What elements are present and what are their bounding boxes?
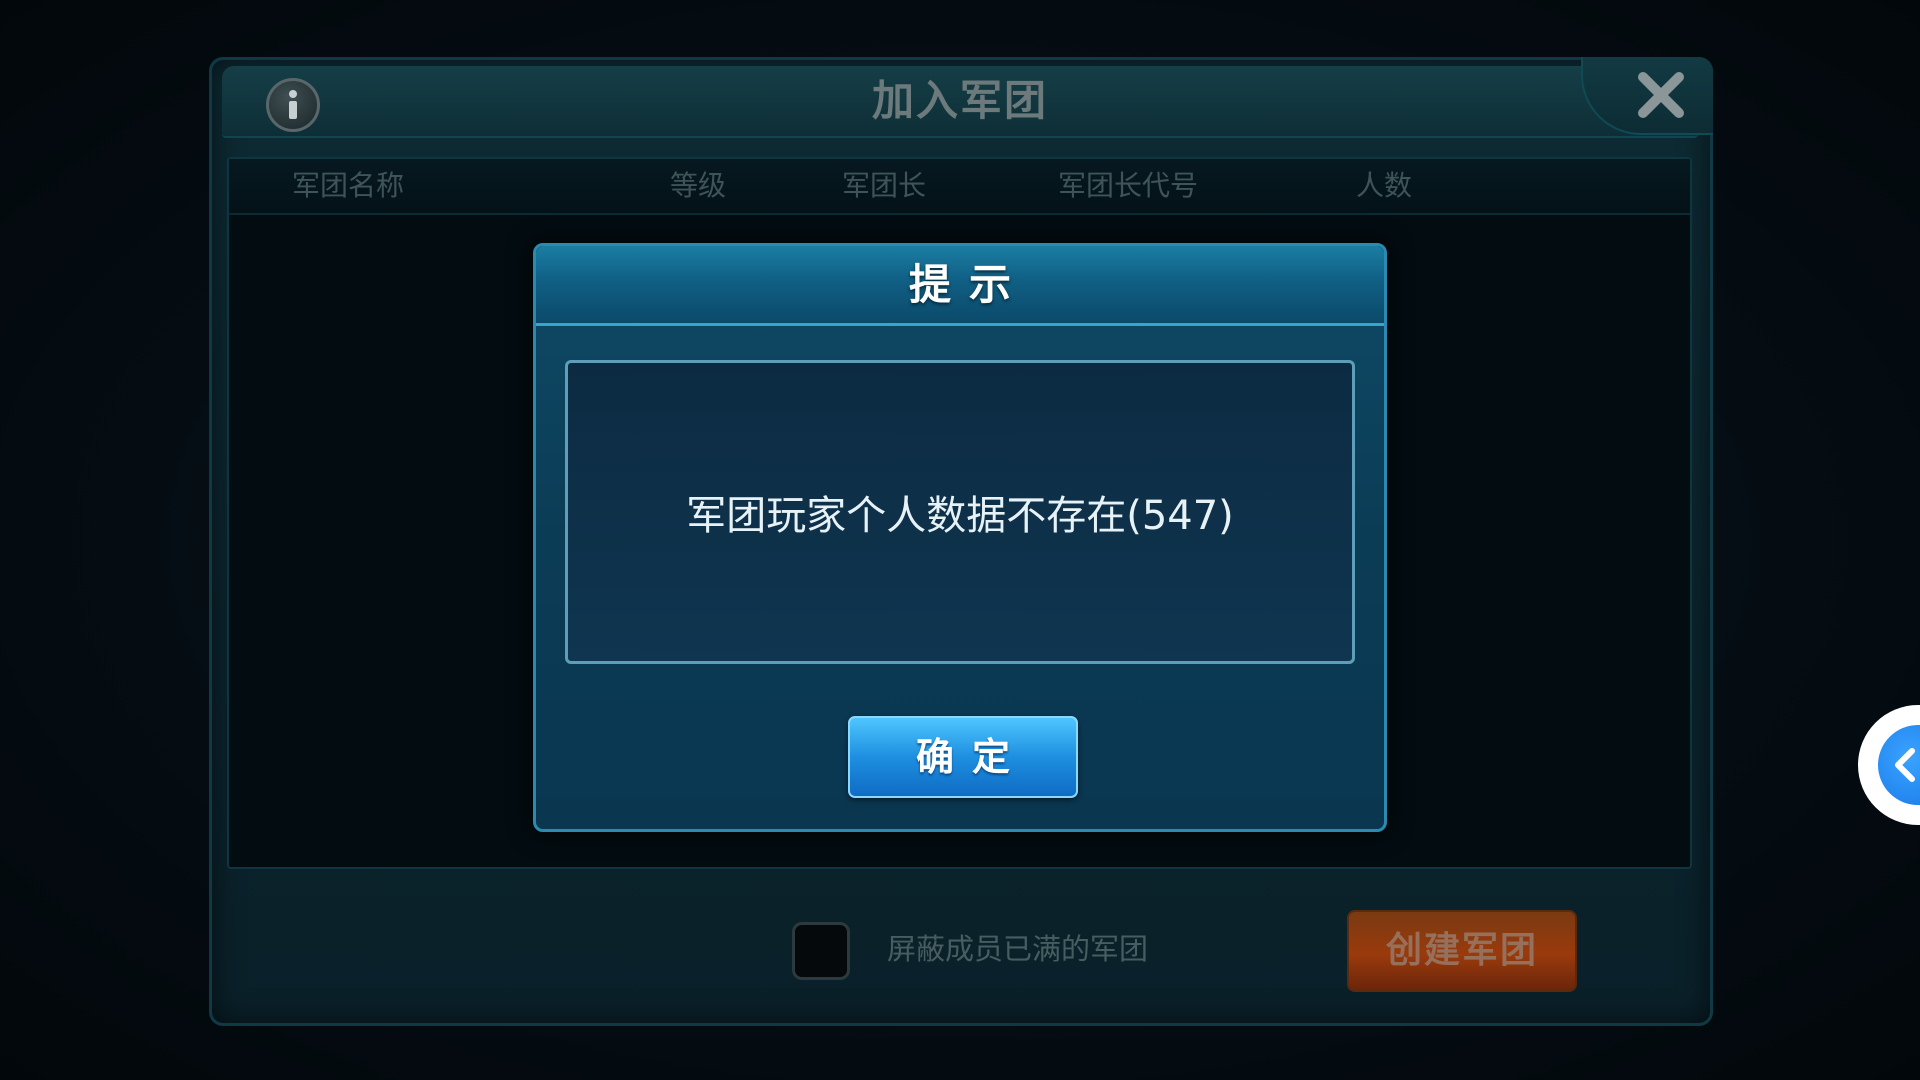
prompt-dialog: 提示 军团玩家个人数据不存在(547) 确定 (533, 243, 1387, 832)
hide-full-legions-checkbox[interactable] (792, 922, 850, 980)
side-float-inner (1878, 725, 1920, 805)
info-icon[interactable] (266, 78, 320, 132)
game-screen: 加入军团 军团名称 等级 军团长 军团长代号 人数 屏蔽成员已满的军团 创建军团… (0, 0, 1920, 1080)
dialog-header: 提示 (536, 246, 1384, 326)
close-icon[interactable] (1633, 67, 1689, 123)
dialog-message-box: 军团玩家个人数据不存在(547) (565, 360, 1355, 664)
ok-button[interactable]: 确定 (848, 716, 1078, 798)
column-legion-name: 军团名称 (292, 169, 405, 202)
chevron-left-icon (1895, 748, 1915, 782)
column-level: 等级 (670, 169, 727, 202)
column-leader: 军团长 (842, 169, 927, 202)
hide-full-legions-label: 屏蔽成员已满的军团 (887, 932, 1149, 966)
window-header: 加入军团 (222, 66, 1698, 138)
column-member-count: 人数 (1356, 169, 1413, 202)
window-title: 加入军团 (871, 76, 1048, 125)
side-float-button[interactable] (1858, 705, 1920, 825)
list-header: 军团名称 等级 军团长 军团长代号 人数 (229, 159, 1690, 215)
column-leader-code: 军团长代号 (1058, 169, 1199, 202)
create-legion-button[interactable]: 创建军团 (1347, 910, 1577, 992)
bottom-bar: 屏蔽成员已满的军团 创建军团 (212, 880, 1710, 1010)
dialog-title: 提示 (908, 260, 1029, 309)
dialog-message: 军团玩家个人数据不存在(547) (686, 493, 1234, 539)
